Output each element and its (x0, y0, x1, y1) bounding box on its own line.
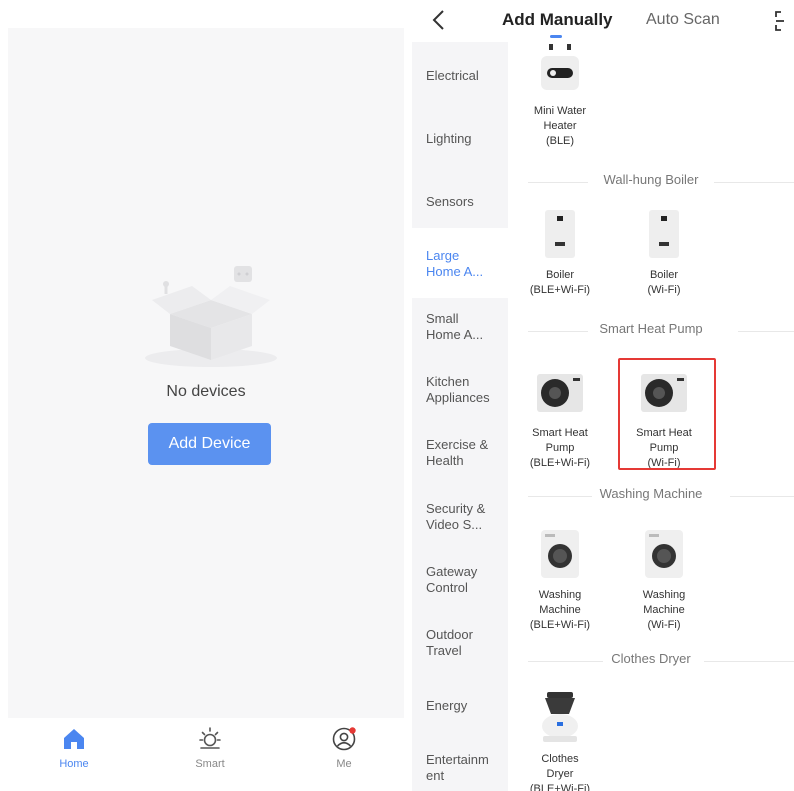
device-name: Clothes Dryer (541, 753, 579, 780)
category-item[interactable]: Lighting (412, 131, 508, 147)
add-device-screen: Add Manually Auto Scan Electrical Lighti… (412, 0, 794, 791)
bottom-tab-bar: Home Smart Me (8, 718, 404, 791)
section-title: Washing Machine (508, 486, 794, 506)
empty-state-text: No devices (166, 383, 246, 400)
section-title: Clothes Dryer (508, 651, 794, 671)
add-device-button[interactable]: Add Device (148, 423, 271, 465)
device-name: Boiler (545, 269, 575, 281)
section-divider (704, 661, 794, 662)
device-name: Washing Machine (642, 589, 686, 616)
section-title: Wall-hung Boiler (508, 172, 794, 192)
device-washer-ble-wifi[interactable]: Washing Machine (BLE+Wi-Fi) (512, 528, 608, 633)
section-divider (714, 182, 794, 183)
device-boiler-wifi[interactable]: Boiler (Wi-Fi) (616, 208, 712, 298)
washing-machine-thumbnail (645, 530, 683, 578)
tab-add-manually[interactable]: Add Manually (502, 10, 613, 30)
washing-machine-thumbnail (541, 530, 579, 578)
device-heat-pump-ble-wifi[interactable]: Smart Heat Pump (BLE+Wi-Fi) (512, 366, 608, 471)
device-clothes-dryer[interactable]: Clothes Dryer (BLE+Wi-Fi) (512, 692, 608, 791)
back-arrow-icon[interactable] (430, 8, 448, 32)
tab-me-label: Me (336, 758, 352, 770)
device-connectivity: (BLE+Wi-Fi) (529, 284, 591, 296)
device-name: Washing Machine (538, 589, 582, 616)
section-divider (528, 182, 588, 183)
section-title-text: Washing Machine (591, 486, 711, 501)
device-name: Mini Water Heater (533, 105, 587, 132)
home-background (8, 28, 404, 718)
device-connectivity: (BLE+Wi-Fi) (529, 457, 591, 469)
category-item[interactable]: Gateway Control (412, 564, 508, 596)
category-item[interactable]: Sensors (412, 194, 508, 210)
tab-home[interactable]: Home (34, 726, 114, 770)
device-mini-water-heater[interactable]: Mini Water Heater (BLE) (512, 44, 608, 149)
boiler-thumbnail (649, 210, 679, 258)
section-divider (738, 331, 794, 332)
category-item-active[interactable]: Large Home A... (412, 228, 508, 298)
device-name: Smart Heat Pump (532, 427, 588, 454)
category-item[interactable]: Kitchen Appliances (412, 374, 508, 406)
profile-icon (332, 727, 356, 751)
device-connectivity: (Wi-Fi) (647, 284, 681, 296)
category-item[interactable]: Electrical (412, 68, 508, 84)
device-boiler-ble-wifi[interactable]: Boiler (BLE+Wi-Fi) (512, 208, 608, 298)
category-item[interactable]: Entertainm ent (412, 752, 508, 784)
water-heater-thumbnail (541, 44, 579, 90)
category-item[interactable]: Energy (412, 698, 508, 714)
home-screen: No devices Add Device Home Smart Me (0, 0, 412, 791)
heat-pump-thumbnail (537, 374, 583, 412)
scan-icon[interactable] (774, 10, 794, 32)
empty-box-illustration (145, 266, 277, 367)
category-item[interactable]: Outdoor Travel (412, 627, 508, 659)
section-divider (528, 331, 588, 332)
clothes-dryer-thumbnail (542, 692, 578, 742)
boiler-thumbnail (545, 210, 575, 258)
device-connectivity: (BLE) (545, 135, 575, 147)
section-title: Smart Heat Pump (508, 321, 794, 341)
category-item[interactable]: Security & Video S... (412, 501, 508, 533)
device-connectivity: (Wi-Fi) (647, 619, 681, 631)
category-item[interactable]: Small Home A... (412, 311, 508, 343)
home-icon (64, 729, 84, 749)
category-sidebar: Electrical Lighting Sensors Large Home A… (412, 42, 508, 791)
sun-icon (199, 727, 221, 749)
section-divider (730, 496, 794, 497)
tab-home-label: Home (59, 758, 89, 770)
device-washer-wifi[interactable]: Washing Machine (Wi-Fi) (616, 528, 712, 633)
section-title-text: Clothes Dryer (603, 651, 699, 666)
section-title-text: Wall-hung Boiler (595, 172, 707, 187)
device-connectivity: (BLE+Wi-Fi) (529, 619, 591, 631)
category-item[interactable]: Exercise & Health (412, 437, 508, 469)
device-list: Mini Water Heater (BLE) Wall-hung Boiler… (508, 42, 794, 791)
active-tab-indicator (550, 35, 562, 38)
device-connectivity: (BLE+Wi-Fi) (529, 783, 591, 791)
tab-smart[interactable]: Smart (170, 726, 250, 770)
device-name: Boiler (649, 269, 679, 281)
section-title-text: Smart Heat Pump (591, 321, 711, 336)
tab-me[interactable]: Me (304, 726, 384, 770)
section-divider (528, 661, 610, 662)
tab-auto-scan[interactable]: Auto Scan (646, 11, 720, 29)
tab-smart-label: Smart (195, 758, 225, 770)
section-divider (528, 496, 598, 497)
selection-highlight-box (618, 358, 716, 470)
add-device-header: Add Manually Auto Scan (412, 0, 794, 42)
